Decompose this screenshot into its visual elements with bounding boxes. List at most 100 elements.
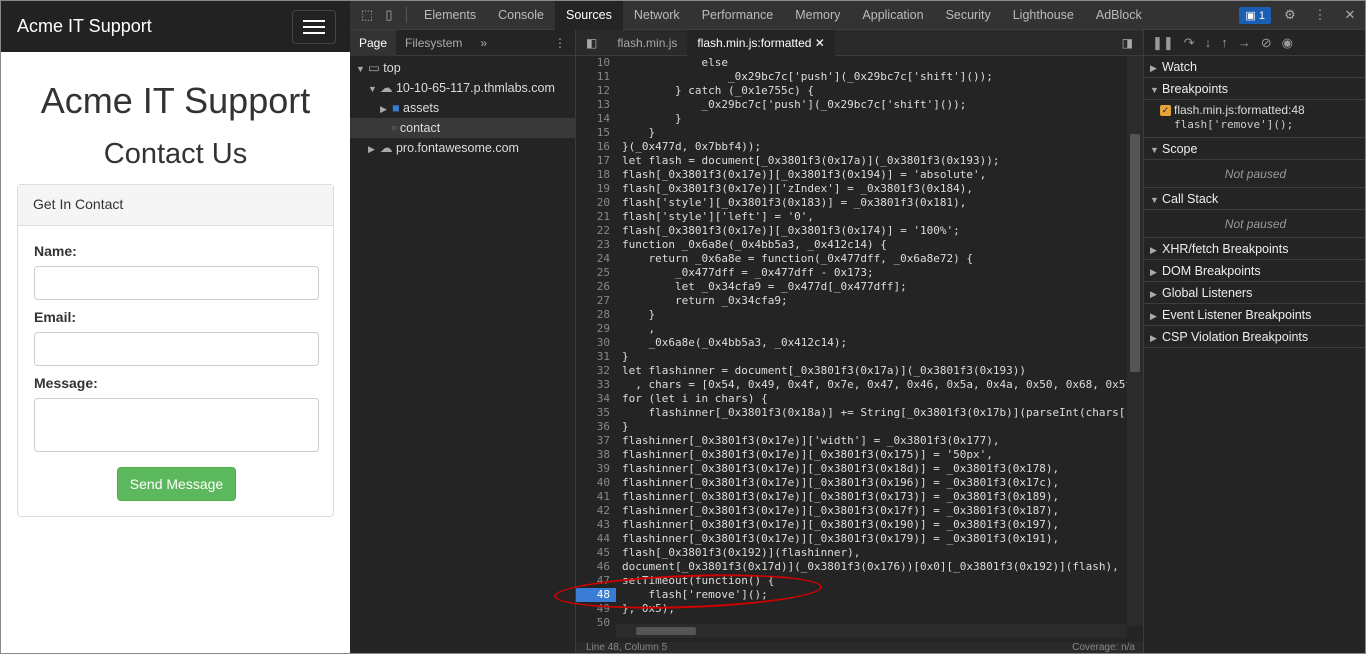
tab-security[interactable]: Security xyxy=(935,1,1002,30)
section-breakpoints[interactable]: ▼ Breakpoints xyxy=(1144,78,1365,100)
hamburger-menu-button[interactable] xyxy=(292,9,336,44)
code-line[interactable]: 44 flashinner[_0x3801f3(0x17e)][_0x3801f3… xyxy=(576,532,1127,546)
code-line[interactable]: 46 document[_0x3801f3(0x17d)](_0x3801f3(0… xyxy=(576,560,1127,574)
code-line[interactable]: 28 } xyxy=(576,308,1127,322)
code-line[interactable]: 33 , chars = [0x54, 0x49, 0x4f, 0x7e, 0x… xyxy=(576,378,1127,392)
line-number[interactable]: 24 xyxy=(576,252,616,266)
send-message-button[interactable]: Send Message xyxy=(117,467,236,501)
deactivate-breakpoints-icon[interactable]: ⊘ xyxy=(1261,35,1272,51)
tab-application[interactable]: Application xyxy=(851,1,934,30)
code-line[interactable]: 35 flashinner[_0x3801f3(0x18a)] += Strin… xyxy=(576,406,1127,420)
line-number[interactable]: 43 xyxy=(576,518,616,532)
code-line[interactable]: 22 flash[_0x3801f3(0x17e)][_0x3801f3(0x17… xyxy=(576,224,1127,238)
code-line[interactable]: 36} xyxy=(576,420,1127,434)
line-number[interactable]: 20 xyxy=(576,196,616,210)
line-number[interactable]: 45 xyxy=(576,546,616,560)
line-number[interactable]: 10 xyxy=(576,56,616,70)
tree-item-contact[interactable]: ▫ contact xyxy=(350,118,576,138)
code-line[interactable]: 16}(_0x477d, 0x7bbf4)); xyxy=(576,140,1127,154)
toggle-navigator-icon[interactable]: ◧ xyxy=(576,30,607,56)
line-number[interactable]: 12 xyxy=(576,84,616,98)
vertical-scroll-thumb[interactable] xyxy=(1130,134,1140,372)
section-call-stack[interactable]: ▼ Call Stack xyxy=(1144,188,1365,210)
line-number[interactable]: 41 xyxy=(576,490,616,504)
code-line[interactable]: 29 , xyxy=(576,322,1127,336)
code-line[interactable]: 11 _0x29bc7c['push'](_0x29bc7c['shift'](… xyxy=(576,70,1127,84)
step-out-icon[interactable]: ↑ xyxy=(1221,35,1228,50)
code-line[interactable]: 27 return _0x34cfa9; xyxy=(576,294,1127,308)
code-line[interactable]: 20 flash['style'][_0x3801f3(0x183)] = _0x… xyxy=(576,196,1127,210)
close-tab-icon[interactable]: ✕ xyxy=(815,36,825,50)
line-number[interactable]: 46 xyxy=(576,560,616,574)
code-line[interactable]: 15 } xyxy=(576,126,1127,140)
line-number[interactable]: 34 xyxy=(576,392,616,406)
section-global-listeners[interactable]: ▶ Global Listeners xyxy=(1144,282,1365,304)
line-number[interactable]: 22 xyxy=(576,224,616,238)
settings-gear-icon[interactable]: ⚙ xyxy=(1279,4,1301,26)
breakpoint-checkbox[interactable]: ✓ xyxy=(1160,105,1171,116)
navigator-menu-icon[interactable]: ⋮ xyxy=(545,30,575,56)
code-line[interactable]: 37 flashinner[_0x3801f3(0x17e)]['width'] … xyxy=(576,434,1127,448)
section-csp-violation-breakpoints[interactable]: ▶ CSP Violation Breakpoints xyxy=(1144,326,1365,348)
code-line[interactable]: 18 flash[_0x3801f3(0x17e)][_0x3801f3(0x19… xyxy=(576,168,1127,182)
code-line[interactable]: 45 flash[_0x3801f3(0x192)](flashinner), xyxy=(576,546,1127,560)
tab-page[interactable]: Page xyxy=(350,29,397,56)
line-number[interactable]: 38 xyxy=(576,448,616,462)
line-number[interactable]: 37 xyxy=(576,434,616,448)
line-number[interactable]: 14 xyxy=(576,112,616,126)
navbar-brand[interactable]: Acme IT Support xyxy=(17,16,152,37)
tab-elements[interactable]: Elements xyxy=(413,1,487,30)
line-number[interactable]: 40 xyxy=(576,476,616,490)
code-line[interactable]: 23 function _0x6a8e(_0x4bb5a3, _0x412c14)… xyxy=(576,238,1127,252)
step-into-icon[interactable]: ↓ xyxy=(1205,35,1212,50)
code-line[interactable]: 13 _0x29bc7c['push'](_0x29bc7c['shift'](… xyxy=(576,98,1127,112)
more-tabs-chevron-icon[interactable]: » xyxy=(471,30,496,56)
pause-on-exceptions-icon[interactable]: ◉ xyxy=(1282,35,1293,51)
device-toolbar-icon[interactable]: ▯ xyxy=(378,4,400,26)
issues-badge[interactable]: ▣ 1 xyxy=(1239,6,1271,24)
line-number[interactable]: 44 xyxy=(576,532,616,546)
tree-item-assets[interactable]: ▶ ■ assets xyxy=(350,98,576,118)
line-number[interactable]: 28 xyxy=(576,308,616,322)
tab-filesystem[interactable]: Filesystem xyxy=(396,30,471,56)
line-number[interactable]: 27 xyxy=(576,294,616,308)
vertical-scrollbar[interactable] xyxy=(1127,56,1143,626)
line-number[interactable]: 50 xyxy=(576,616,616,626)
line-number[interactable]: 23 xyxy=(576,238,616,252)
line-number[interactable]: 36 xyxy=(576,420,616,434)
line-number[interactable]: 13 xyxy=(576,98,616,112)
line-number[interactable]: 25 xyxy=(576,266,616,280)
line-number[interactable]: 39 xyxy=(576,462,616,476)
tree-item-host[interactable]: ▼ ☁ 10-10-65-117.p.thmlabs.com xyxy=(350,78,576,98)
section-xhr-breakpoints[interactable]: ▶ XHR/fetch Breakpoints xyxy=(1144,238,1365,260)
editor-tab-flash-min[interactable]: flash.min.js xyxy=(607,30,687,56)
line-number[interactable]: 42 xyxy=(576,504,616,518)
code-line[interactable]: 38 flashinner[_0x3801f3(0x17e)][_0x3801f3… xyxy=(576,448,1127,462)
code-line[interactable]: 24 return _0x6a8e = function(_0x477dff, … xyxy=(576,252,1127,266)
code-line[interactable]: 10 else xyxy=(576,56,1127,70)
line-number[interactable]: 18 xyxy=(576,168,616,182)
editor-tab-flash-formatted[interactable]: flash.min.js:formatted ✕ xyxy=(687,29,835,56)
tab-console[interactable]: Console xyxy=(487,1,555,30)
line-number[interactable]: 32 xyxy=(576,364,616,378)
code-line[interactable]: 19 flash[_0x3801f3(0x17e)]['zIndex'] = _0… xyxy=(576,182,1127,196)
code-line[interactable]: 26 let _0x34cfa9 = _0x477d[_0x477dff]; xyxy=(576,280,1127,294)
tab-network[interactable]: Network xyxy=(623,1,691,30)
code-line[interactable]: 25 _0x477dff = _0x477dff - 0x173; xyxy=(576,266,1127,280)
horizontal-scrollbar[interactable] xyxy=(616,624,1127,638)
code-line[interactable]: 42 flashinner[_0x3801f3(0x17e)][_0x3801f3… xyxy=(576,504,1127,518)
line-number[interactable]: 21 xyxy=(576,210,616,224)
code-line[interactable]: 34 for (let i in chars) { xyxy=(576,392,1127,406)
tab-lighthouse[interactable]: Lighthouse xyxy=(1002,1,1085,30)
code-line[interactable]: 12 } catch (_0x1e755c) { xyxy=(576,84,1127,98)
name-input[interactable] xyxy=(34,266,319,300)
step-icon[interactable]: → xyxy=(1238,35,1251,50)
line-number[interactable]: 19 xyxy=(576,182,616,196)
section-scope[interactable]: ▼ Scope xyxy=(1144,138,1365,160)
breakpoint-item[interactable]: ✓ flash.min.js:formatted:48 flash['remov… xyxy=(1144,100,1365,138)
code-line[interactable]: 39 flashinner[_0x3801f3(0x17e)][_0x3801f3… xyxy=(576,462,1127,476)
line-number[interactable]: 31 xyxy=(576,350,616,364)
code-area[interactable]: 10 else 11 _0x29bc7c['push'](_0x29bc7c['s… xyxy=(576,56,1127,626)
inspect-element-icon[interactable]: ⬚ xyxy=(356,4,378,26)
line-number[interactable]: 33 xyxy=(576,378,616,392)
